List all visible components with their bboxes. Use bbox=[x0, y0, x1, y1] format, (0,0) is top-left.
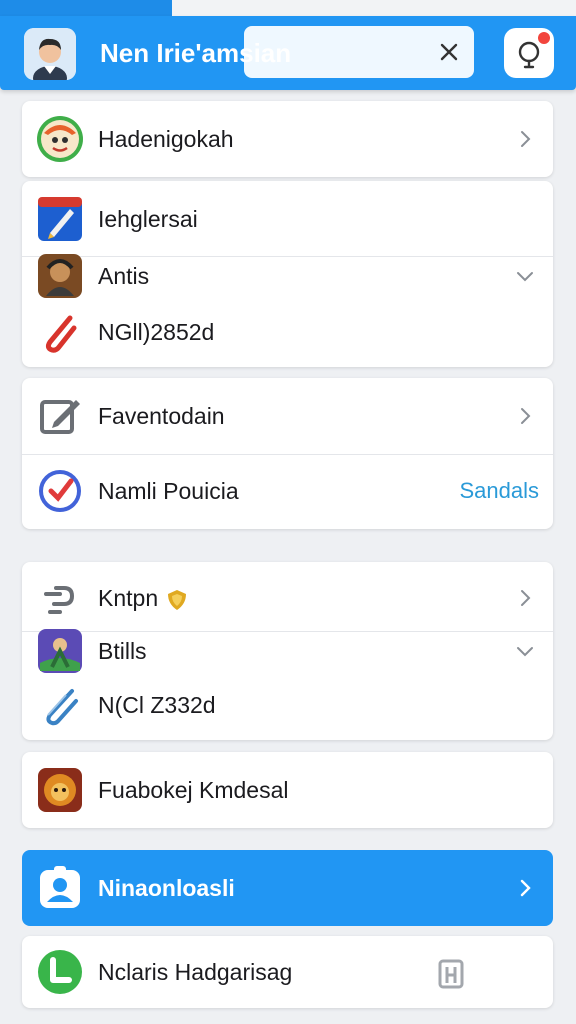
building-icon[interactable] bbox=[436, 957, 466, 989]
user-avatar-icon bbox=[24, 28, 76, 80]
avatar[interactable] bbox=[24, 28, 76, 80]
list-item[interactable]: NGll)2852d bbox=[22, 299, 553, 365]
chevron-right-icon bbox=[521, 131, 531, 147]
list-item-label: N(Cl Z332d bbox=[98, 692, 216, 718]
card-nclaris: Nclaris Hadgarisag bbox=[22, 936, 553, 1008]
chevron-right-icon bbox=[521, 590, 531, 606]
list-item[interactable]: Namli Pouicia Sandals bbox=[22, 458, 553, 528]
chevron-right-icon bbox=[521, 408, 531, 424]
divider bbox=[22, 454, 553, 455]
list-item[interactable]: Faventodain bbox=[22, 383, 553, 449]
list-item-label: Fuabokej Kmdesal bbox=[98, 777, 289, 803]
shield-badge-icon bbox=[167, 589, 186, 610]
paperclip-icon bbox=[46, 689, 78, 726]
search-box[interactable] bbox=[244, 26, 474, 78]
list-item-text: Kntpn bbox=[98, 585, 159, 611]
edit-icon bbox=[40, 400, 80, 434]
app-icon-lion bbox=[38, 768, 82, 812]
chevron-down-icon[interactable] bbox=[515, 641, 535, 661]
action-link[interactable]: Sandals bbox=[459, 458, 539, 524]
list-item[interactable]: N(Cl Z332d bbox=[22, 672, 553, 738]
notification-button[interactable] bbox=[504, 28, 554, 78]
list-item[interactable]: Nclaris Hadgarisag bbox=[22, 939, 553, 1005]
card-group-2: Faventodain Namli Pouicia Sandals bbox=[22, 378, 553, 529]
card-group-3: Kntpn Btills N(Cl Z332d bbox=[22, 562, 553, 740]
contacts-icon bbox=[40, 866, 80, 908]
app-icon-warrior bbox=[38, 254, 82, 298]
list-item-label: Hadenigokah bbox=[98, 126, 234, 152]
list-item-label: NGll)2852d bbox=[98, 319, 215, 345]
notification-dot bbox=[538, 32, 550, 44]
highlighted-item[interactable]: Ninaonloasli bbox=[22, 850, 553, 926]
phone-app-icon bbox=[38, 950, 82, 994]
chevron-down-icon[interactable] bbox=[515, 266, 535, 286]
status-bar bbox=[0, 0, 576, 16]
link-icon bbox=[44, 586, 75, 614]
app-icon-game bbox=[38, 629, 82, 673]
card-fuabokej: Fuabokej Kmdesal bbox=[22, 752, 553, 828]
chevron-right-icon bbox=[520, 879, 531, 897]
status-bar-accent bbox=[0, 0, 172, 16]
list-item[interactable]: Fuabokej Kmdesal bbox=[22, 757, 553, 823]
close-icon[interactable] bbox=[436, 39, 462, 65]
check-circle-icon bbox=[39, 470, 81, 512]
app-header: Nen Irie'amsian bbox=[0, 16, 576, 90]
list-item-label: Namli Pouicia bbox=[98, 478, 239, 504]
app-icon-cartoon bbox=[37, 116, 83, 162]
list-item-label: Faventodain bbox=[98, 403, 225, 429]
list-item-label: Nclaris Hadgarisag bbox=[98, 959, 293, 985]
paperclip-icon bbox=[45, 315, 77, 353]
card-group-1: Iehglersai Antis NGll)2852d bbox=[22, 181, 553, 367]
list-item[interactable]: Hadenigokah bbox=[22, 106, 553, 172]
list-item-label: Ninaonloasli bbox=[98, 875, 235, 901]
card-hadenigokah: Hadenigokah bbox=[22, 101, 553, 177]
search-input[interactable] bbox=[244, 26, 424, 78]
app-icon-pen bbox=[38, 197, 82, 241]
